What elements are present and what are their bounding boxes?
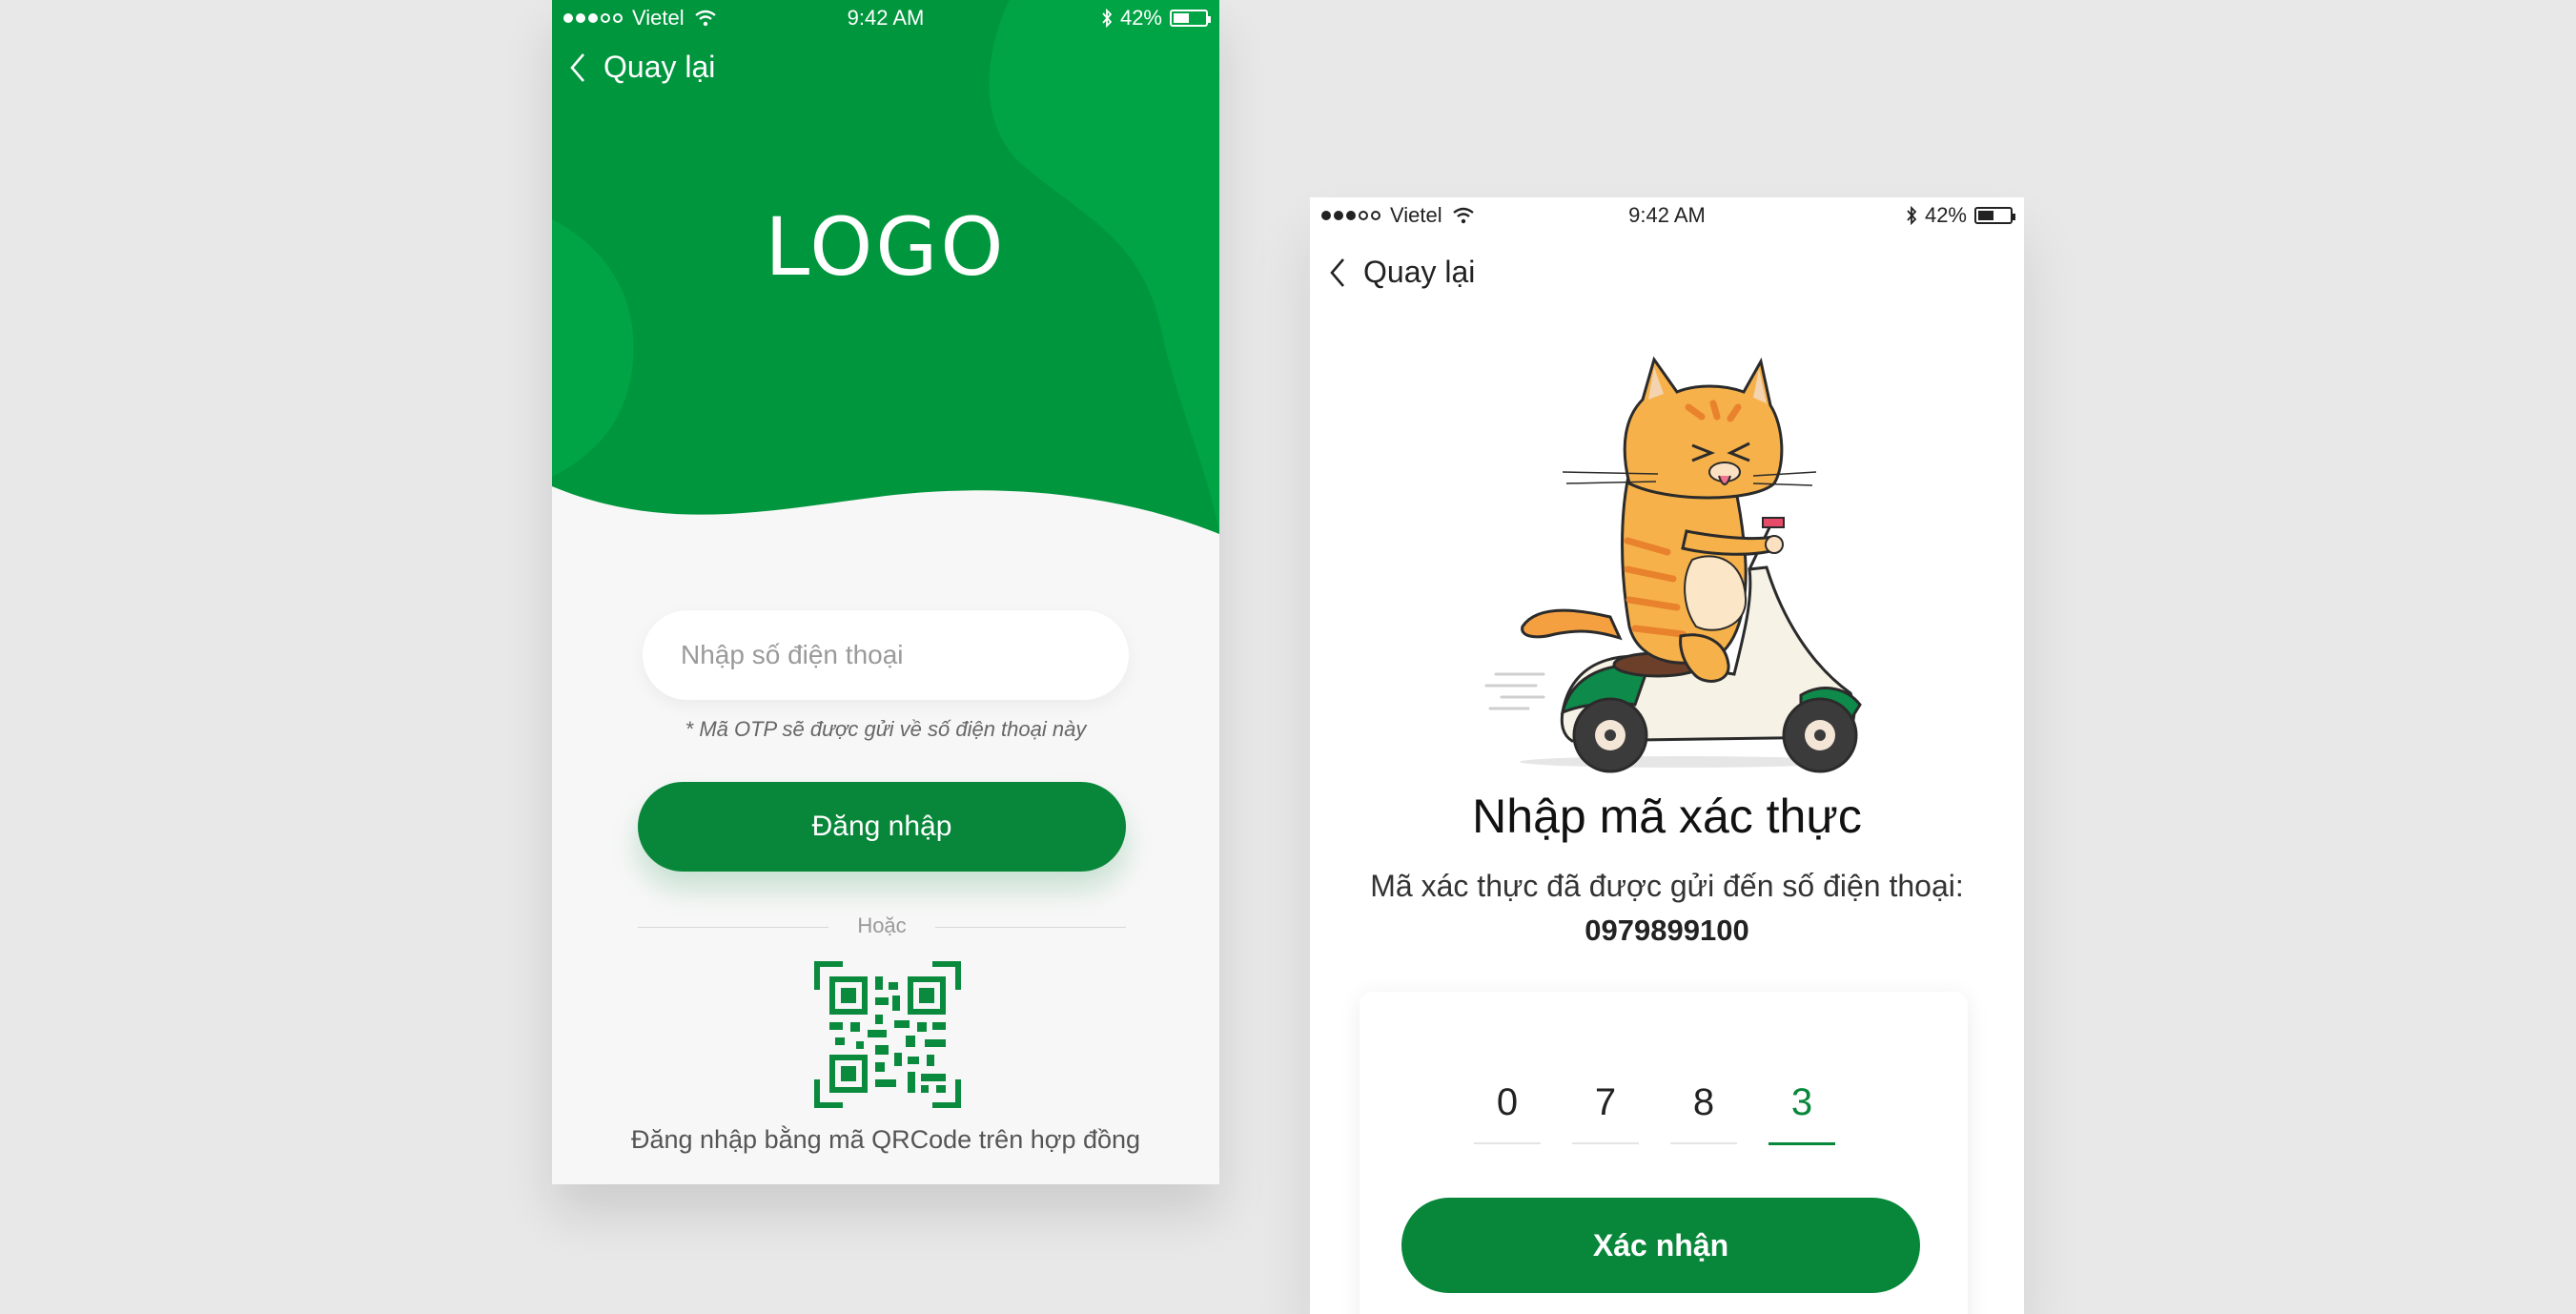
otp-note: * Mã OTP sẽ được gửi về số điện thoại nà…	[685, 717, 1087, 741]
cat-scooter-illustration	[1484, 356, 1862, 773]
otp-digit-2[interactable]: 7	[1572, 1074, 1639, 1145]
back-label: Quay lại	[603, 50, 716, 84]
otp-underline	[1474, 1142, 1541, 1144]
battery-info: 42%	[1101, 6, 1211, 31]
or-divider: Hoặc	[638, 914, 1126, 942]
login-button[interactable]: Đăng nhập	[638, 782, 1126, 872]
battery-percent: 42%	[1119, 6, 1162, 30]
divider-text: Hoặc	[857, 914, 907, 937]
otp-digit-4[interactable]: 3	[1768, 1074, 1835, 1145]
verify-title: Nhập mã xác thực	[1472, 790, 1862, 843]
logo: LOGO	[765, 200, 1007, 294]
back-button[interactable]: Quay lại	[1329, 255, 1475, 290]
battery-info: 42%	[1906, 203, 2015, 228]
verify-description: Mã xác thực đã được gửi đến số điện thoạ…	[1370, 869, 1964, 903]
otp-underline	[1768, 1142, 1835, 1145]
battery-icon	[1974, 207, 2015, 224]
phone-number-input[interactable]	[643, 610, 1129, 700]
verify-screen: Vietel 9:42 AM 42% Quay lại Nhập mã xác …	[1310, 197, 2024, 1314]
otp-input-group: 0 7 8 3	[1474, 1074, 1835, 1145]
otp-digit-1[interactable]: 0	[1474, 1074, 1541, 1145]
verify-phone-number: 0979899100	[1584, 914, 1749, 947]
otp-digit-value: 3	[1790, 1081, 1813, 1123]
back-label: Quay lại	[1363, 255, 1476, 289]
otp-digit-value: 7	[1594, 1081, 1617, 1123]
battery-icon	[1170, 10, 1211, 27]
qr-caption: Đăng nhập bằng mã QRCode trên hợp đồng	[630, 1125, 1141, 1154]
otp-digit-3[interactable]: 8	[1670, 1074, 1737, 1145]
status-bar: Vietel 9:42 AM 42%	[1310, 197, 2024, 234]
otp-underline	[1572, 1142, 1639, 1144]
status-bar: Vietel 9:42 AM 42%	[552, 0, 1219, 36]
chevron-left-icon	[570, 52, 584, 82]
login-screen: Vietel 9:42 AM 42% Quay lại LOGO * Mã OT…	[552, 0, 1219, 1184]
confirm-button[interactable]: Xác nhận	[1401, 1198, 1920, 1293]
bluetooth-icon	[1102, 9, 1113, 28]
otp-underline	[1670, 1142, 1737, 1144]
chevron-left-icon	[1330, 257, 1344, 287]
battery-percent: 42%	[1924, 203, 1967, 227]
otp-digit-value: 8	[1692, 1081, 1715, 1123]
bluetooth-icon	[1907, 206, 1917, 225]
back-button[interactable]: Quay lại	[569, 50, 715, 85]
otp-digit-value: 0	[1496, 1081, 1519, 1123]
qr-code-icon[interactable]	[814, 961, 961, 1108]
